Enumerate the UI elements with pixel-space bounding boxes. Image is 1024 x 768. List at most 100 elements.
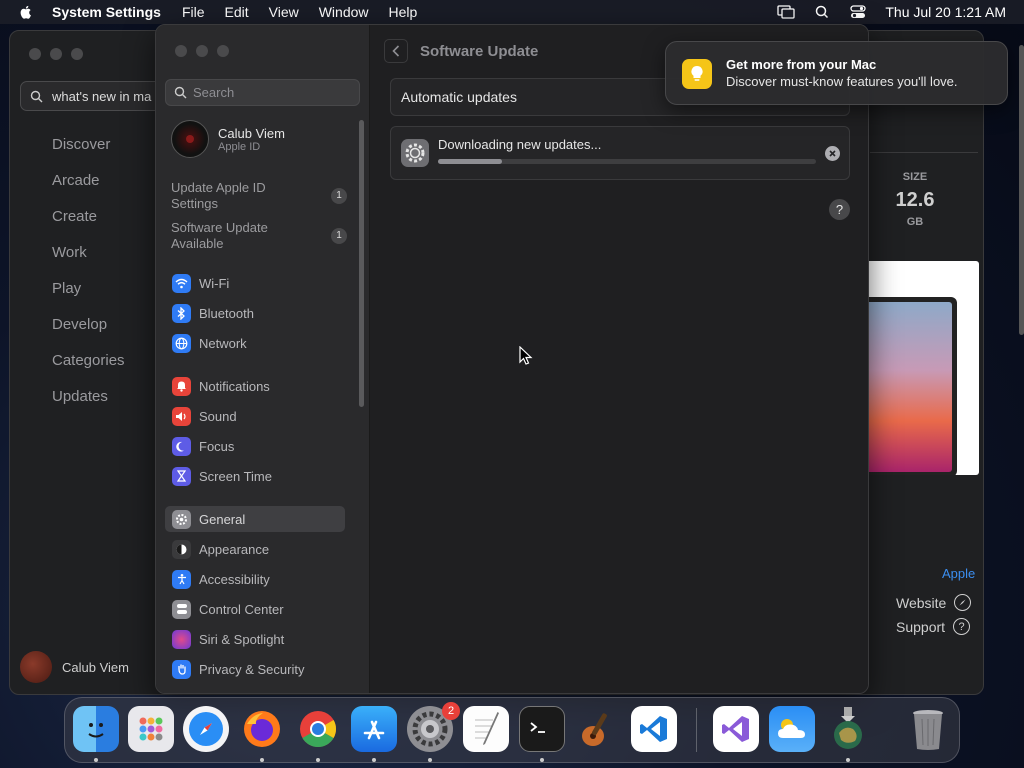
sidebar-item-bluetooth[interactable]: Bluetooth	[165, 300, 345, 326]
store-search-value: what's new in ma	[52, 88, 152, 104]
notice-badge: 1	[331, 188, 347, 204]
sidebar-item-label: Notifications	[199, 378, 270, 394]
store-nav-updates[interactable]: Updates	[52, 388, 125, 424]
store-nav-discover[interactable]: Discover	[52, 136, 125, 172]
spotlight-search-icon[interactable]	[813, 5, 831, 19]
sidebar-item-general[interactable]: General	[165, 506, 345, 532]
size-unit: GB	[906, 216, 924, 228]
support-label: Support	[896, 618, 946, 635]
divider	[870, 152, 978, 153]
screen-mirroring-icon[interactable]	[777, 5, 796, 19]
screenshot-preview[interactable]	[865, 261, 979, 475]
safari-compass-icon	[189, 712, 223, 746]
wifi-icon	[172, 273, 191, 293]
store-user-name: Calub Viem	[62, 659, 129, 675]
menubar-clock[interactable]: Thu Jul 20 1:21 AM	[885, 4, 1006, 20]
dock-firefox[interactable]	[239, 706, 285, 752]
store-account[interactable]: Calub Viem	[20, 651, 129, 683]
store-nav-work[interactable]: Work	[52, 244, 125, 280]
download-status-text: Downloading new updates...	[438, 137, 602, 152]
minimize-button[interactable]	[196, 45, 208, 57]
settings-search-input[interactable]: Search	[165, 79, 360, 106]
desktop-window-scrollbar[interactable]	[1019, 45, 1024, 335]
menu-help[interactable]: Help	[389, 4, 418, 20]
store-nav-play[interactable]: Play	[52, 280, 125, 316]
sidebar-scrollbar[interactable]	[359, 120, 364, 407]
zoom-button[interactable]	[71, 48, 83, 60]
gear-icon	[172, 509, 191, 529]
notice-badge: 1	[331, 228, 347, 244]
guitar-icon	[582, 713, 607, 746]
close-icon	[829, 150, 836, 157]
dock-terminal[interactable]	[519, 706, 565, 752]
store-nav-categories[interactable]: Categories	[52, 352, 125, 388]
store-nav-arcade[interactable]: Arcade	[52, 172, 125, 208]
download-status-panel: Downloading new updates...	[390, 126, 850, 180]
sidebar-item-wifi[interactable]: Wi-Fi	[165, 270, 345, 296]
dock: 2	[64, 697, 960, 763]
running-indicator	[846, 758, 850, 762]
account-name: Calub Viem	[218, 125, 285, 141]
notice-software-update[interactable]: Software Update Available 1	[171, 220, 351, 252]
sidebar-item-focus[interactable]: Focus	[165, 433, 345, 459]
dock-safari[interactable]	[183, 706, 229, 752]
sidebar-item-accessibility[interactable]: Accessibility	[165, 566, 345, 592]
close-button[interactable]	[175, 45, 187, 57]
dock-launchpad[interactable]	[128, 706, 174, 752]
window-controls	[175, 45, 229, 57]
sidebar-item-label: Sound	[199, 408, 237, 424]
menu-edit[interactable]: Edit	[225, 4, 249, 20]
sidebar-item-control-center[interactable]: Control Center	[165, 596, 345, 622]
menu-file[interactable]: File	[182, 4, 205, 20]
apple-id-account[interactable]: Calub Viem Apple ID	[171, 120, 285, 158]
tips-lightbulb-icon	[682, 59, 712, 89]
apple-logo-icon[interactable]	[18, 4, 34, 20]
sidebar-item-label: General	[199, 511, 246, 527]
dock-finder[interactable]	[73, 706, 119, 752]
sidebar-item-label: Network	[199, 335, 247, 351]
dock-vscode[interactable]	[631, 706, 677, 752]
control-center-icon[interactable]	[849, 5, 867, 19]
running-indicator	[372, 758, 376, 762]
back-button[interactable]	[384, 39, 408, 63]
notice-update-apple-id[interactable]: Update Apple ID Settings 1	[171, 180, 351, 212]
search-icon	[174, 86, 187, 99]
sidebar-item-network[interactable]: Network	[165, 330, 345, 356]
dock-chrome[interactable]	[295, 706, 341, 752]
siri-icon	[172, 629, 191, 649]
cancel-download-button[interactable]	[825, 146, 840, 161]
website-link[interactable]: Website	[896, 594, 972, 611]
dock-garageband[interactable]	[575, 706, 621, 752]
app-menu-title[interactable]: System Settings	[52, 4, 161, 20]
store-nav-develop[interactable]: Develop	[52, 316, 125, 352]
minimize-button[interactable]	[50, 48, 62, 60]
firefox-icon	[244, 711, 280, 747]
dock-textedit[interactable]	[463, 706, 509, 752]
sidebar-item-sound[interactable]: Sound	[165, 403, 345, 429]
dock-app-store[interactable]	[351, 706, 397, 752]
help-button[interactable]: ?	[829, 199, 850, 220]
menu-view[interactable]: View	[269, 4, 299, 20]
notification-title: Get more from your Mac	[726, 57, 877, 72]
support-link[interactable]: Support ?	[896, 618, 971, 635]
chrome-icon	[300, 711, 337, 748]
dock-installer[interactable]	[825, 706, 871, 752]
sidebar-item-appearance[interactable]: Appearance	[165, 536, 345, 562]
sidebar-item-siri-spotlight[interactable]: Siri & Spotlight	[165, 626, 345, 652]
dock-weather[interactable]	[769, 706, 815, 752]
sidebar-item-screen-time[interactable]: Screen Time	[165, 463, 345, 489]
textedit-pen-icon	[475, 712, 499, 745]
zoom-button[interactable]	[217, 45, 229, 57]
notification-banner[interactable]: Get more from your Mac Discover must-kno…	[665, 41, 1008, 105]
store-search-input[interactable]: what's new in ma	[20, 81, 170, 111]
developer-link[interactable]: Apple	[942, 566, 975, 581]
sidebar-item-notifications[interactable]: Notifications	[165, 373, 345, 399]
dock-visual-studio[interactable]	[713, 706, 759, 752]
store-nav-create[interactable]: Create	[52, 208, 125, 244]
dock-separator	[696, 708, 697, 752]
close-button[interactable]	[29, 48, 41, 60]
sidebar-item-privacy-security[interactable]: Privacy & Security	[165, 656, 345, 682]
menu-window[interactable]: Window	[319, 4, 369, 20]
sidebar-item-label: Accessibility	[199, 571, 270, 587]
dock-trash[interactable]	[905, 706, 951, 752]
